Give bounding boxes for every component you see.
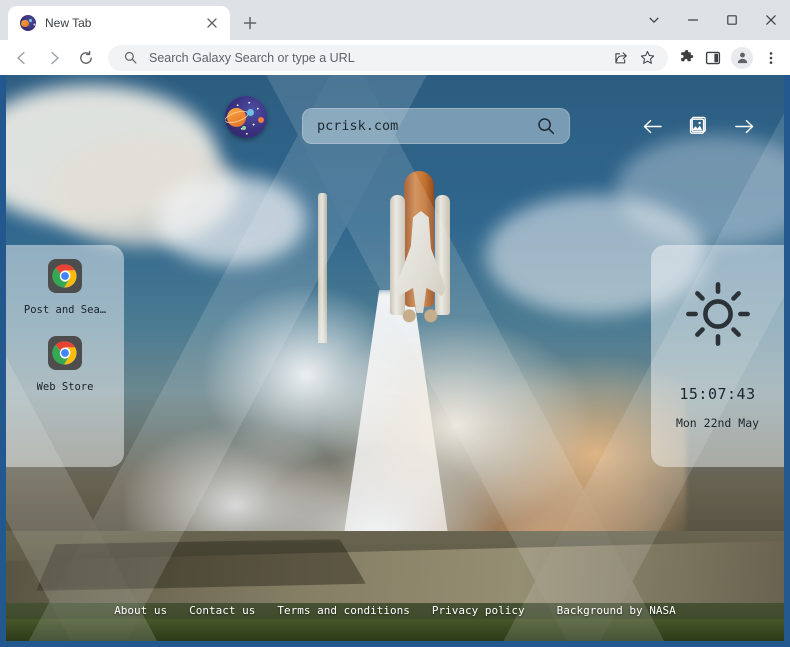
search-icon [119, 47, 141, 69]
footer-links: About us Contact us Terms and conditions… [6, 604, 784, 617]
wallpaper-nav [638, 112, 758, 140]
extensions-button[interactable] [674, 44, 700, 72]
share-icon[interactable] [610, 47, 632, 69]
new-tab-page: pcrisk.com Post and Sea… Web Store 15:07… [6, 75, 784, 641]
close-icon[interactable] [202, 13, 222, 33]
arrow-left-icon[interactable] [638, 112, 666, 140]
chrome-icon [48, 336, 82, 370]
shortcut-item[interactable]: Post and Sea… [13, 259, 117, 316]
clock-date: Mon 22nd May [675, 416, 760, 430]
newtab-header: pcrisk.com [6, 88, 784, 144]
galaxy-planet-icon [20, 15, 36, 31]
tab-new-tab[interactable]: New Tab [8, 6, 230, 40]
minimize-icon[interactable] [673, 4, 712, 36]
footer-link-terms[interactable]: Terms and conditions [277, 604, 409, 617]
tab-title: New Tab [45, 16, 92, 30]
planet-green-icon [242, 126, 246, 130]
browser-window: New Tab Search Galaxy Search or type a U… [0, 0, 790, 647]
shortcuts-panel: Post and Sea… Web Store [6, 245, 124, 467]
sun-icon [683, 279, 753, 349]
footer-credit: Background by NASA [556, 604, 676, 617]
planet-blue-icon [247, 109, 254, 116]
back-button[interactable] [8, 44, 36, 72]
side-panel-icon [705, 51, 721, 64]
maximize-icon[interactable] [712, 4, 751, 36]
star-icon[interactable] [636, 47, 658, 69]
omnibox-actions [610, 47, 658, 69]
clock-time: 15:07:43 [679, 385, 756, 403]
browser-toolbar: Search Galaxy Search or type a URL [0, 40, 790, 75]
puzzle-icon [681, 49, 694, 61]
window-controls [634, 0, 790, 40]
side-panel-button[interactable] [700, 44, 726, 72]
footer-link-about-us[interactable]: About us [114, 604, 167, 617]
omnibox[interactable]: Search Galaxy Search or type a URL [108, 44, 668, 71]
footer-link-privacy[interactable]: Privacy policy [432, 604, 525, 617]
chevron-down-icon[interactable] [634, 4, 673, 36]
shortcut-label: Web Store [36, 381, 94, 393]
back-arrow-icon [17, 51, 25, 64]
omnibox-placeholder: Search Galaxy Search or type a URL [149, 50, 355, 65]
search-icon[interactable] [535, 115, 557, 137]
search-input[interactable]: pcrisk.com [302, 108, 570, 144]
image-stack-icon[interactable] [684, 112, 712, 140]
plus-icon [243, 16, 257, 30]
reload-icon [80, 50, 92, 64]
search-input-value: pcrisk.com [317, 118, 399, 134]
three-dot-menu-icon[interactable] [758, 44, 784, 72]
forward-arrow-icon [51, 51, 59, 64]
footer-link-contact-us[interactable]: Contact us [189, 604, 255, 617]
close-icon[interactable] [751, 4, 790, 36]
forward-button[interactable] [40, 44, 68, 72]
galaxy-logo-icon [225, 96, 267, 138]
chrome-icon [48, 259, 82, 293]
profile-avatar-icon[interactable] [731, 46, 753, 69]
arrow-right-icon[interactable] [730, 112, 758, 140]
tab-strip: New Tab [0, 0, 790, 40]
shortcut-item[interactable]: Web Store [13, 336, 117, 393]
weather-clock-widget: 15:07:43 Mon 22nd May [651, 245, 784, 467]
planet-orange-icon [258, 117, 264, 123]
new-tab-button[interactable] [236, 9, 264, 37]
shortcut-label: Post and Sea… [23, 304, 107, 316]
reload-button[interactable] [72, 44, 100, 72]
